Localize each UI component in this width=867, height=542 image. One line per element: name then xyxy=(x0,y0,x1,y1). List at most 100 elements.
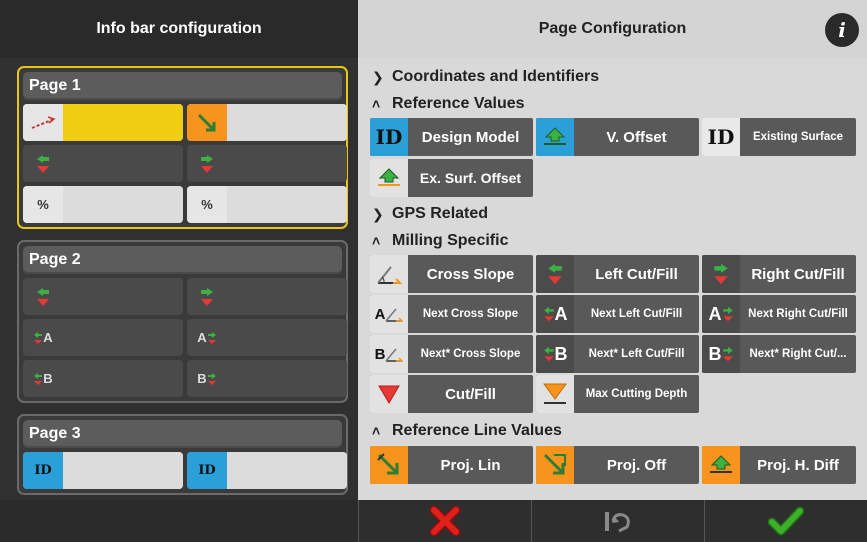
next-cross-slope-button[interactable]: A Next Cross Slope xyxy=(370,295,533,333)
next-star-right-cut-fill-icon: B xyxy=(187,360,227,397)
page-1-group[interactable]: Page 1 % % xyxy=(17,66,348,229)
page-1-slot-6[interactable]: % xyxy=(187,186,347,223)
chevron-up-icon: ˄ xyxy=(372,423,381,439)
next-cross-slope-icon: A xyxy=(370,295,408,333)
projection-arrow-icon xyxy=(187,104,227,141)
next-star-cross-slope-button[interactable]: B Next* Cross Slope xyxy=(370,335,533,373)
page-2-slot-3[interactable]: A xyxy=(23,319,183,356)
cross-slope-button[interactable]: Cross Slope xyxy=(370,255,533,293)
page-3-group[interactable]: Page 3 ID ID xyxy=(17,414,348,495)
info-bar-header: Info bar configuration xyxy=(0,0,358,58)
bottom-action-bar xyxy=(0,500,867,542)
section-reference-line[interactable]: ˄ Reference Line Values xyxy=(372,420,562,442)
page-1-title[interactable]: Page 1 xyxy=(23,72,342,100)
v-offset-icon xyxy=(536,118,574,156)
v-offset-button[interactable]: V. Offset xyxy=(536,118,699,156)
page-3-slot-2[interactable]: ID xyxy=(187,452,347,489)
close-icon xyxy=(429,506,461,536)
design-model-icon: ID xyxy=(370,118,408,156)
page-2-slot-4[interactable]: A xyxy=(187,319,347,356)
page-1-slot-3[interactable] xyxy=(23,145,183,182)
page-configuration-header: Page Configuration i xyxy=(358,0,867,58)
cross-slope-icon xyxy=(370,255,408,293)
next-star-cross-slope-icon: B xyxy=(370,335,408,373)
left-cut-fill-icon xyxy=(23,278,63,315)
page-1-slot-1[interactable] xyxy=(23,104,183,141)
ex-surf-offset-button[interactable]: Ex. Surf. Offset xyxy=(370,159,533,197)
chevron-up-icon: ˄ xyxy=(372,233,381,249)
undo-icon xyxy=(605,512,630,533)
section-coordinates-label: Coordinates and Identifiers xyxy=(392,68,600,85)
next-star-left-cut-fill-icon: B xyxy=(23,360,63,397)
right-cut-fill-icon xyxy=(187,145,227,182)
right-cut-fill-button[interactable]: Right Cut/Fill xyxy=(702,255,856,293)
next-right-cut-fill-icon: A xyxy=(187,319,227,356)
left-cut-fill-icon xyxy=(23,145,63,182)
percent-icon: % xyxy=(187,186,227,223)
page-2-slot-1[interactable] xyxy=(23,278,183,315)
cross-slope-red-icon xyxy=(23,104,63,141)
info-bar-title: Info bar configuration xyxy=(96,20,262,37)
max-cutting-depth-icon xyxy=(536,375,574,413)
next-left-cut-fill-icon: A xyxy=(23,319,63,356)
section-gps-label: GPS Related xyxy=(392,205,489,222)
proj-h-diff-icon xyxy=(702,446,740,484)
chevron-down-icon: ❯ xyxy=(372,205,384,222)
checkmark-icon xyxy=(768,506,804,536)
page-2-slot-6[interactable]: B xyxy=(187,360,347,397)
page-2-group[interactable]: Page 2 A A B B xyxy=(17,240,348,403)
proj-off-icon xyxy=(536,446,574,484)
info-bar-configuration-panel: Info bar configuration Page 1 % % Page 2… xyxy=(0,0,358,542)
existing-surface-button[interactable]: ID Existing Surface xyxy=(702,118,856,156)
cancel-button[interactable] xyxy=(358,500,531,542)
page-1-slot-4[interactable] xyxy=(187,145,347,182)
page-configuration-title: Page Configuration xyxy=(538,20,687,37)
bottom-bar-blank xyxy=(0,500,358,542)
section-reference-line-label: Reference Line Values xyxy=(392,422,562,439)
proj-lin-button[interactable]: Proj. Lin xyxy=(370,446,533,484)
page-2-title[interactable]: Page 2 xyxy=(23,246,342,274)
right-cut-fill-icon xyxy=(702,255,740,293)
percent-icon: % xyxy=(23,186,63,223)
section-milling-label: Milling Specific xyxy=(392,232,509,249)
next-right-cut-fill-icon: A xyxy=(702,295,740,333)
undo-button[interactable] xyxy=(531,500,704,542)
next-right-cut-fill-button[interactable]: A Next Right Cut/Fill xyxy=(702,295,856,333)
section-milling[interactable]: ˄ Milling Specific xyxy=(372,230,508,252)
page-3-title[interactable]: Page 3 xyxy=(23,420,342,448)
design-model-button[interactable]: ID Design Model xyxy=(370,118,533,156)
ex-surf-offset-icon xyxy=(370,159,408,197)
proj-lin-icon xyxy=(370,446,408,484)
page-2-slot-5[interactable]: B xyxy=(23,360,183,397)
section-coordinates[interactable]: ❯ Coordinates and Identifiers xyxy=(372,66,599,88)
section-reference-values[interactable]: ˄ Reference Values xyxy=(372,93,525,115)
next-star-right-cut-fill-icon: B xyxy=(702,335,740,373)
info-bar-pages-list[interactable]: Page 1 % % Page 2 A A B B Page 3 ID ID xyxy=(0,58,358,500)
left-cut-fill-button[interactable]: Left Cut/Fill xyxy=(536,255,699,293)
page-1-slot-5[interactable]: % xyxy=(23,186,183,223)
right-cut-fill-icon xyxy=(187,278,227,315)
ok-button[interactable] xyxy=(704,500,867,542)
design-model-icon: ID xyxy=(187,452,227,489)
proj-h-diff-button[interactable]: Proj. H. Diff xyxy=(702,446,856,484)
page-3-slot-1[interactable]: ID xyxy=(23,452,183,489)
section-gps[interactable]: ❯ GPS Related xyxy=(372,203,488,225)
cut-fill-button[interactable]: Cut/Fill xyxy=(370,375,533,413)
info-button[interactable]: i xyxy=(825,13,859,47)
item-catalog[interactable]: ❯ Coordinates and Identifiers ˄ Referenc… xyxy=(358,58,867,500)
next-left-cut-fill-icon: A xyxy=(536,295,574,333)
max-cutting-depth-button[interactable]: Max Cutting Depth xyxy=(536,375,699,413)
cut-fill-icon xyxy=(370,375,408,413)
design-model-icon: ID xyxy=(23,452,63,489)
chevron-down-icon: ❯ xyxy=(372,68,384,85)
proj-off-button[interactable]: Proj. Off xyxy=(536,446,699,484)
next-left-cut-fill-button[interactable]: A Next Left Cut/Fill xyxy=(536,295,699,333)
existing-surface-icon: ID xyxy=(702,118,740,156)
next-star-right-cut-fill-button[interactable]: B Next* Right Cut/... xyxy=(702,335,856,373)
page-configuration-panel: Page Configuration i ❯ Coordinates and I… xyxy=(358,0,867,500)
next-star-left-cut-fill-button[interactable]: B Next* Left Cut/Fill xyxy=(536,335,699,373)
page-2-slot-2[interactable] xyxy=(187,278,347,315)
page-1-slot-2[interactable] xyxy=(187,104,347,141)
next-star-left-cut-fill-icon: B xyxy=(536,335,574,373)
left-cut-fill-icon xyxy=(536,255,574,293)
